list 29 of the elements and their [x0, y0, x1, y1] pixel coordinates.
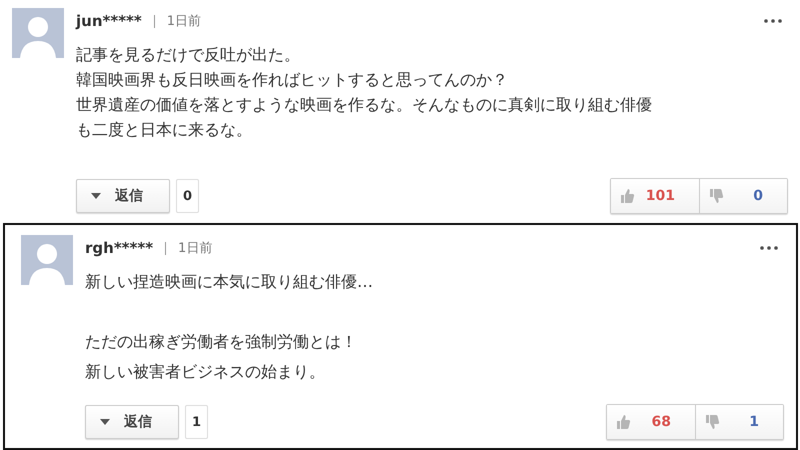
reply-count: 1 — [185, 405, 208, 439]
thumbs-up-icon — [619, 188, 635, 204]
thumbs-down-icon — [708, 188, 724, 204]
post-time: 1日前 — [166, 13, 202, 30]
comment-line: 韓国映画界も反日映画を作ればヒットすると思ってんのか？ — [76, 69, 508, 91]
post-time: 1日前 — [178, 240, 212, 257]
more-icon[interactable] — [764, 19, 782, 23]
dislike-button[interactable]: 0 — [699, 179, 787, 213]
reply-button[interactable]: 返信 — [76, 179, 170, 213]
user-name[interactable]: rgh***** — [85, 239, 154, 257]
comment-line: 記事を見るだけで反吐が出た。 — [76, 44, 300, 66]
like-button[interactable]: 101 — [611, 179, 699, 213]
comment-line: 新しい捏造映画に本気に取り組む俳優… — [85, 271, 373, 293]
thumbs-down-icon — [704, 414, 720, 430]
user-name[interactable]: jun***** — [76, 12, 142, 30]
comment-line: 新しい被害者ビジネスの始まり。 — [85, 361, 325, 383]
comment-line: 世界遺産の価値を落とすような映画を作るな。そんなものに真剣に取り組む俳優 — [76, 94, 652, 116]
reply-button[interactable]: 返信 — [85, 405, 179, 439]
more-icon[interactable] — [760, 246, 778, 250]
like-button[interactable]: 68 — [607, 405, 695, 439]
comment-line: も二度と日本に来るな。 — [76, 119, 252, 141]
dislike-button[interactable]: 1 — [695, 405, 783, 439]
avatar-icon — [21, 235, 73, 285]
caret-icon — [91, 193, 101, 199]
thumbs-up-icon — [615, 414, 631, 430]
caret-icon — [100, 419, 110, 425]
avatar-icon — [12, 8, 64, 58]
reply-count: 0 — [176, 179, 200, 213]
comment-line: ただの出稼ぎ労働者を強制労働とは！ — [85, 331, 357, 353]
